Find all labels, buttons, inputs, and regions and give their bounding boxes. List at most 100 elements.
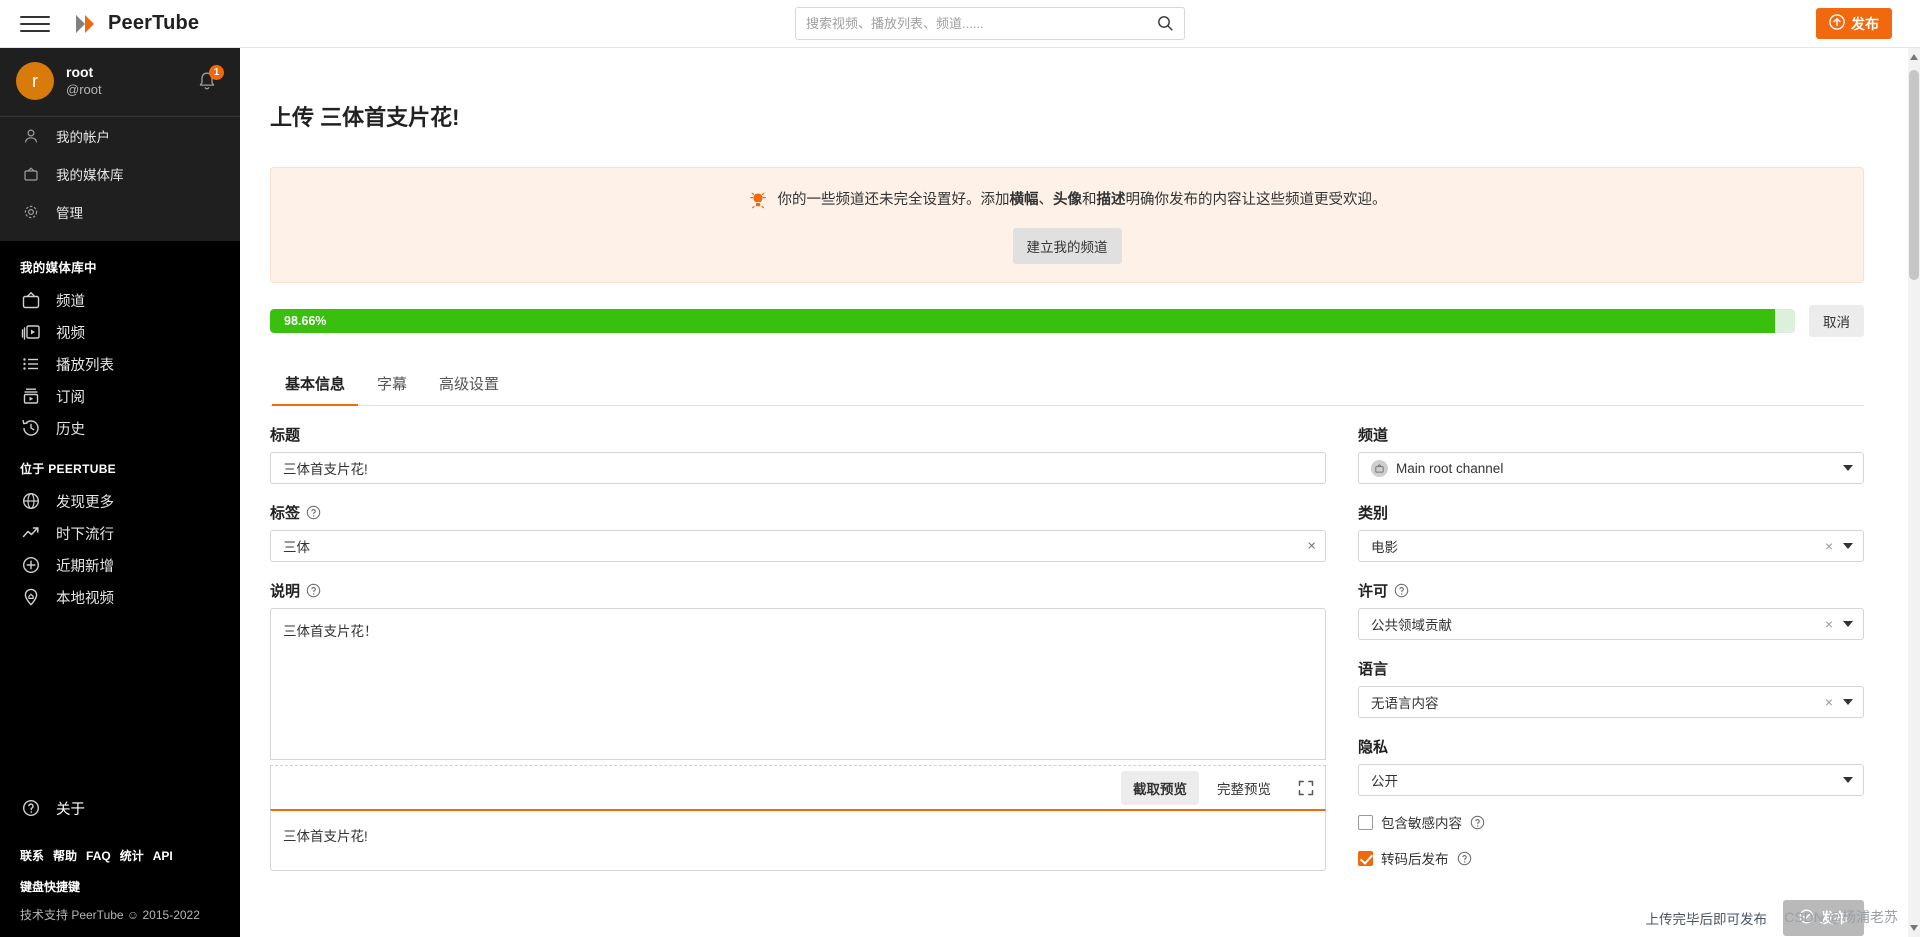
alert-text-bold-banner: 横幅 bbox=[1009, 192, 1039, 209]
history-icon bbox=[20, 417, 42, 439]
description-preview-toolbar: 截取预览 完整预览 bbox=[270, 765, 1326, 809]
channel-select[interactable]: Main root channel bbox=[1358, 452, 1864, 484]
sidebar-item-my-account[interactable]: 我的帐户 bbox=[0, 117, 240, 155]
chevron-down-icon[interactable] bbox=[1843, 465, 1853, 471]
wait-transcoding-checkbox-label: 转码后发布 bbox=[1381, 852, 1449, 867]
privacy-label-text: 隐私 bbox=[1358, 739, 1389, 756]
scroll-down-icon[interactable] bbox=[1910, 925, 1918, 931]
footer-shortcut-row: 键盘快捷键 bbox=[20, 872, 240, 902]
account-block[interactable]: r root @root 1 bbox=[0, 48, 240, 116]
footer-link-faq[interactable]: FAQ bbox=[86, 849, 111, 863]
footer-link-keyboard-shortcuts[interactable]: 键盘快捷键 bbox=[20, 880, 80, 894]
title-field-label: 标题 bbox=[270, 424, 1326, 445]
alert-message: 你的一些频道还未完全设置好。添加横幅、头像和描述明确你发布的内容让这些频道更受欢… bbox=[291, 190, 1843, 212]
help-icon[interactable] bbox=[1457, 851, 1472, 866]
sidebar-item-admin[interactable]: 管理 bbox=[0, 193, 240, 231]
wait-transcoding-checkbox-row[interactable]: 转码后发布 bbox=[1358, 848, 1864, 868]
tags-field-label: 标签 bbox=[270, 502, 1326, 523]
publish-button-topbar[interactable]: 发布 bbox=[1816, 8, 1892, 39]
sidebar-item-label: 时下流行 bbox=[56, 526, 114, 543]
close-icon[interactable]: × bbox=[1307, 539, 1316, 554]
tags-input-wrap: × bbox=[270, 530, 1326, 562]
sidebar-item-history[interactable]: 历史 bbox=[0, 412, 240, 444]
upload-progress-row: 98.66% 取消 bbox=[270, 305, 1864, 337]
licence-select[interactable]: 公共领域贡献 × bbox=[1358, 608, 1864, 640]
avatar[interactable]: r bbox=[16, 62, 54, 100]
nsfw-checkbox[interactable] bbox=[1358, 814, 1373, 830]
sidebar-item-my-library[interactable]: 我的媒体库 bbox=[0, 155, 240, 193]
fullscreen-icon[interactable] bbox=[1297, 779, 1315, 797]
scrollbar-thumb[interactable] bbox=[1909, 70, 1919, 280]
channel-select-value-wrap: Main root channel bbox=[1371, 459, 1843, 477]
hamburger-icon[interactable] bbox=[20, 13, 50, 35]
sidebar-item-label: 近期新增 bbox=[56, 558, 114, 575]
sidebar-item-trending[interactable]: 时下流行 bbox=[0, 517, 240, 549]
tab-advanced-settings[interactable]: 高级设置 bbox=[426, 365, 512, 406]
help-icon[interactable] bbox=[1394, 583, 1409, 598]
help-icon[interactable] bbox=[1470, 815, 1485, 830]
footer-link-contact[interactable]: 联系 bbox=[20, 849, 44, 863]
chevron-down-icon[interactable] bbox=[1843, 543, 1853, 549]
language-field-label: 语言 bbox=[1358, 658, 1864, 679]
top-bar: PeerTube 发布 bbox=[0, 0, 1920, 48]
video-tags-input[interactable] bbox=[270, 530, 1326, 562]
account-menu: 我的帐户 我的媒体库 管理 bbox=[0, 116, 240, 241]
chevron-down-icon[interactable] bbox=[1843, 777, 1853, 783]
wait-transcoding-checkbox[interactable] bbox=[1358, 850, 1373, 866]
sidebar-item-playlists[interactable]: 播放列表 bbox=[0, 348, 240, 380]
chevron-down-icon[interactable] bbox=[1843, 699, 1853, 705]
brand-title: PeerTube bbox=[108, 12, 200, 34]
language-select[interactable]: 无语言内容 × bbox=[1358, 686, 1864, 718]
watermark: CSDN @杨浦老苏 bbox=[1784, 909, 1898, 925]
video-description-textarea[interactable]: 三体首支片花！ bbox=[270, 608, 1326, 760]
sidebar-item-videos[interactable]: 视频 bbox=[0, 316, 240, 348]
licence-label-text: 许可 bbox=[1358, 583, 1389, 600]
preview-full-button[interactable]: 完整预览 bbox=[1205, 771, 1283, 805]
video-title-input[interactable] bbox=[270, 452, 1326, 484]
footer-link-stats[interactable]: 统计 bbox=[120, 849, 144, 863]
clear-category-icon[interactable]: × bbox=[1825, 539, 1833, 553]
tags-label-text: 标签 bbox=[270, 505, 301, 522]
brand-logo-link[interactable]: PeerTube bbox=[72, 11, 199, 37]
bell-icon[interactable]: 1 bbox=[196, 65, 224, 94]
alert-text-part: 你的一些频道还未完全设置好。添加 bbox=[777, 192, 1010, 209]
preview-crop-button[interactable]: 截取预览 bbox=[1121, 770, 1199, 805]
sidebar-item-subscriptions[interactable]: 订阅 bbox=[0, 380, 240, 412]
chevron-down-icon[interactable] bbox=[1843, 621, 1853, 627]
form-column-left: 标题 标签 × 说明 bbox=[270, 424, 1326, 936]
search-box[interactable] bbox=[795, 7, 1185, 40]
footer-link-api[interactable]: API bbox=[153, 849, 173, 863]
sidebar-item-label: 我的媒体库 bbox=[56, 168, 124, 183]
library-section-title: 我的媒体库中 bbox=[20, 261, 97, 275]
privacy-select[interactable]: 公开 bbox=[1358, 764, 1864, 796]
help-icon[interactable] bbox=[306, 505, 321, 520]
clear-licence-icon[interactable]: × bbox=[1825, 617, 1833, 631]
sidebar-item-label: 发现更多 bbox=[56, 494, 114, 511]
tab-basic-info[interactable]: 基本信息 bbox=[272, 365, 359, 406]
video-icon bbox=[20, 321, 42, 343]
sidebar-item-channels[interactable]: 频道 bbox=[0, 284, 240, 316]
sidebar: r root @root 1 我的帐户 我的媒体库 管理 我的媒体库中 频道 视… bbox=[0, 48, 240, 937]
category-select[interactable]: 电影 × bbox=[1358, 530, 1864, 562]
footer-link-help[interactable]: 帮助 bbox=[53, 849, 77, 863]
list-icon bbox=[20, 353, 42, 375]
create-my-channel-button[interactable]: 建立我的频道 bbox=[1012, 228, 1122, 264]
search-input[interactable] bbox=[806, 16, 1157, 31]
sidebar-item-about[interactable]: 关于 bbox=[0, 789, 240, 827]
sidebar-item-label: 频道 bbox=[56, 293, 85, 310]
sidebar-item-discover[interactable]: 发现更多 bbox=[0, 485, 240, 517]
alert-text-part: 明确你发布的内容让这些频道更受欢迎。 bbox=[1125, 192, 1387, 209]
nsfw-checkbox-row[interactable]: 包含敏感内容 bbox=[1358, 812, 1864, 832]
clear-language-icon[interactable]: × bbox=[1825, 695, 1833, 709]
tab-captions[interactable]: 字幕 bbox=[364, 365, 420, 406]
sidebar-item-recently-added[interactable]: 近期新增 bbox=[0, 549, 240, 581]
sidebar-item-label: 我的帐户 bbox=[56, 130, 110, 145]
cancel-upload-button[interactable]: 取消 bbox=[1809, 305, 1864, 337]
subscriptions-icon bbox=[20, 385, 42, 407]
scroll-up-icon[interactable] bbox=[1910, 54, 1918, 60]
sidebar-item-local-videos[interactable]: 本地视频 bbox=[0, 581, 240, 613]
help-icon[interactable] bbox=[306, 583, 321, 598]
page-scrollbar[interactable] bbox=[1908, 48, 1920, 937]
upload-tabs: 基本信息 字幕 高级设置 bbox=[270, 365, 1864, 406]
search-icon[interactable] bbox=[1157, 15, 1174, 32]
